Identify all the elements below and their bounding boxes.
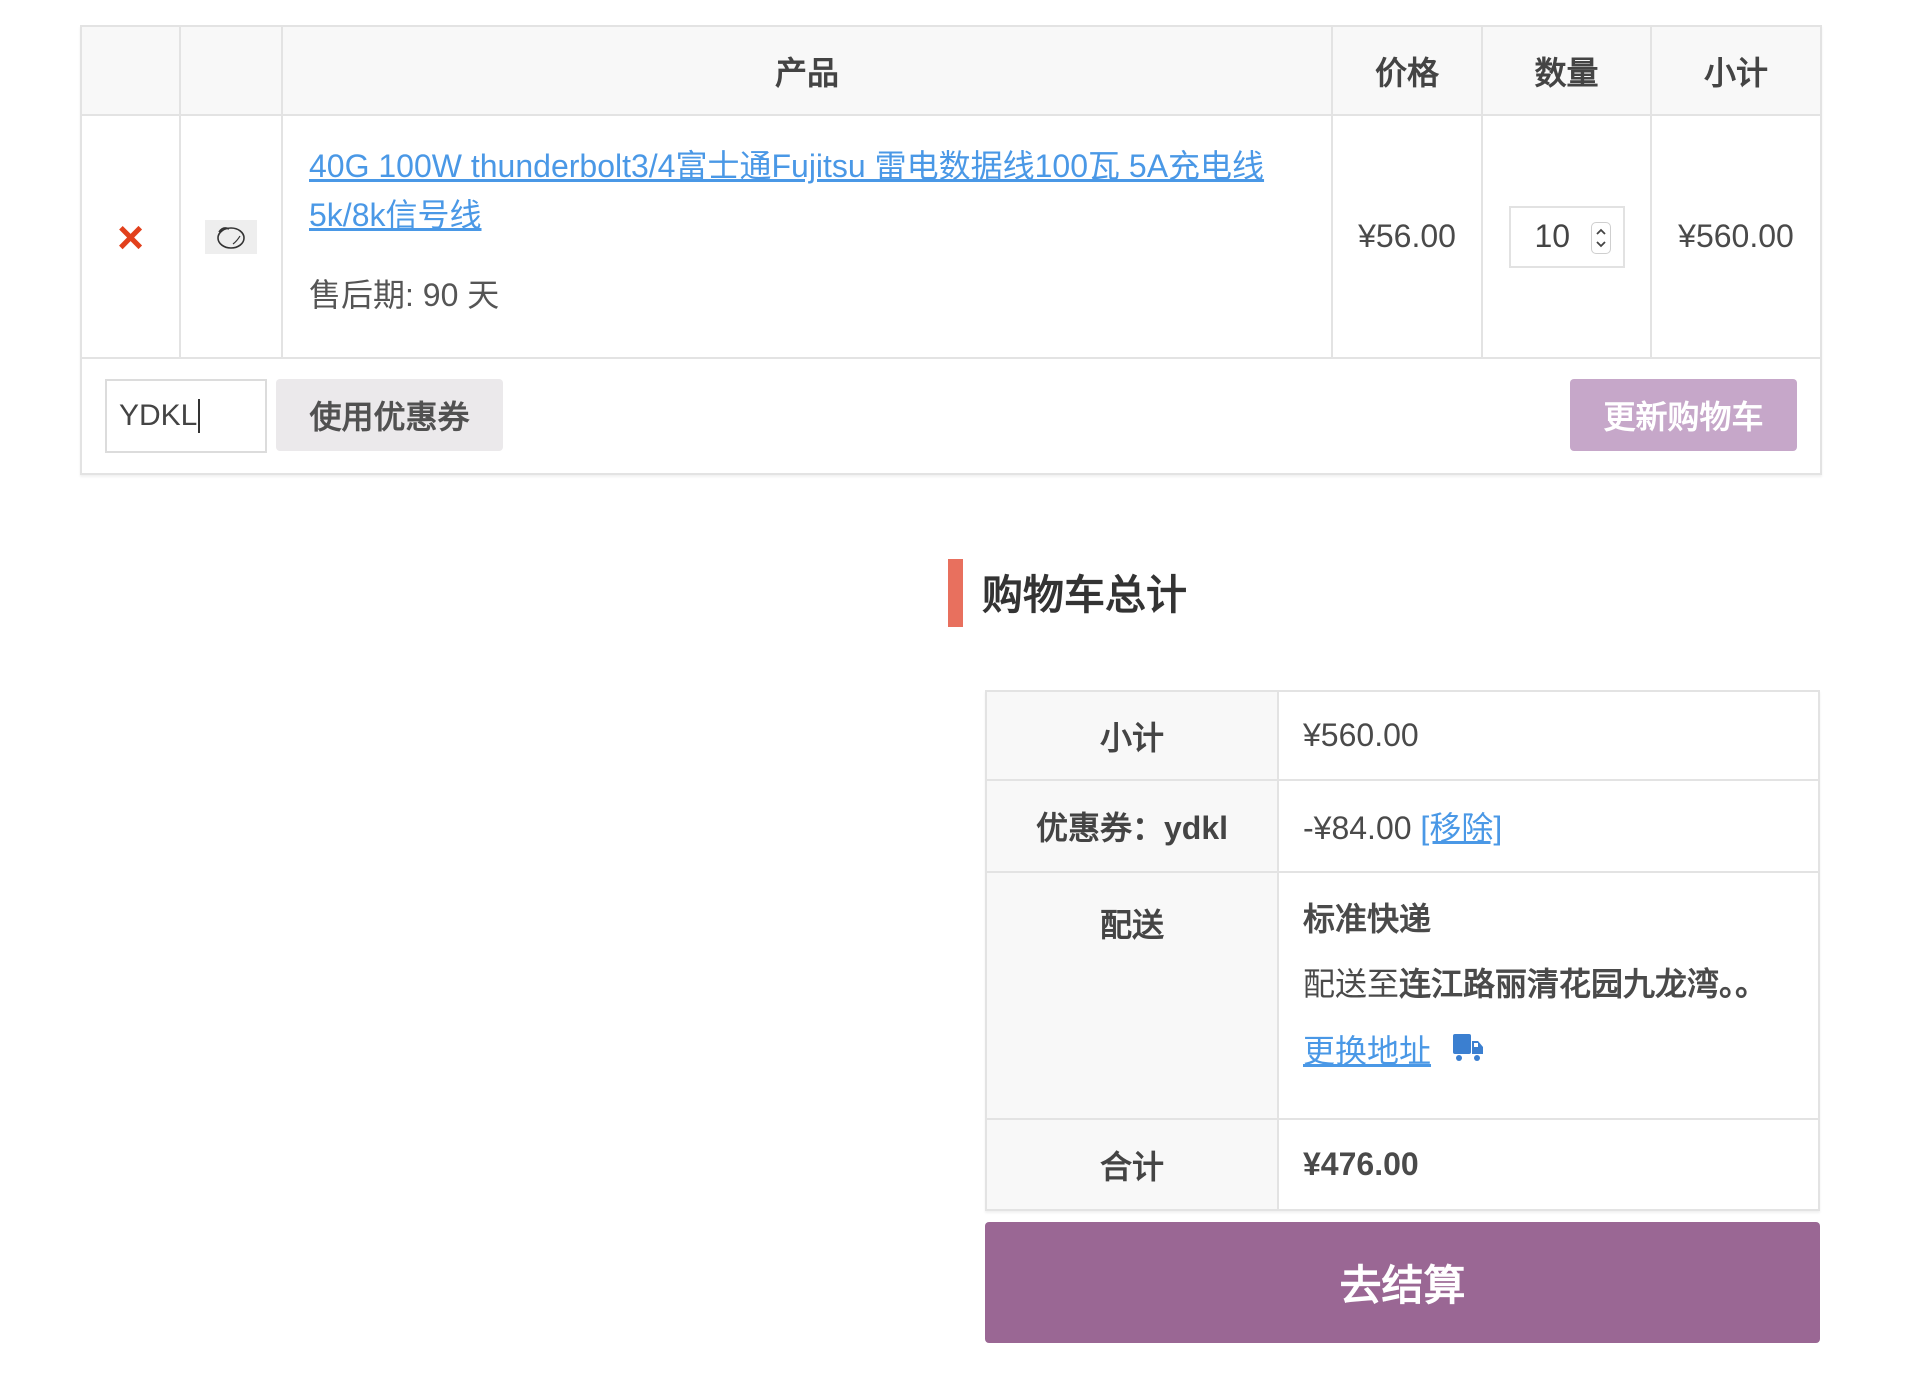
totals-title-accent-bar xyxy=(948,559,963,627)
totals-coupon-row: 优惠券：ydkl -¥84.00 [移除] xyxy=(985,779,1820,873)
coupon-code-input[interactable]: YDKL xyxy=(105,379,267,453)
shipping-destination: 配送至连江路丽清花园九龙湾。。 xyxy=(1303,965,1817,1003)
change-address-link[interactable]: 更换地址 xyxy=(1303,1032,1431,1070)
header-quantity: 数量 xyxy=(1481,25,1652,116)
shipping-destination-prefix: 配送至 xyxy=(1303,966,1400,1002)
header-remove xyxy=(80,25,181,116)
coupon-row: YDKL 使用优惠券 更新购物车 xyxy=(80,357,1822,475)
total-label: 合计 xyxy=(985,1118,1279,1211)
cart-table: 产品 价格 数量 小计 × 40G 100W thunderbolt3/4富士通… xyxy=(80,25,1822,475)
coupon-code-value: YDKL xyxy=(119,399,198,432)
cart-totals-title: 购物车总计 xyxy=(982,572,1187,618)
totals-shipping-row: 配送 标准快递 配送至连江路丽清花园九龙湾。。 更换地址 xyxy=(985,871,1820,1120)
shipping-label: 配送 xyxy=(985,871,1279,1120)
product-warranty-meta: 售后期: 90 天 xyxy=(309,277,500,313)
quantity-input[interactable]: 10 xyxy=(1508,205,1625,268)
remove-item-button[interactable]: × xyxy=(117,214,144,260)
remove-coupon-link[interactable]: [移除] xyxy=(1420,810,1502,846)
product-cell: 40G 100W thunderbolt3/4富士通Fujitsu 雷电数据线1… xyxy=(281,114,1333,359)
truck-icon[interactable] xyxy=(1451,1030,1485,1072)
update-cart-button[interactable]: 更新购物车 xyxy=(1570,379,1797,451)
apply-coupon-button[interactable]: 使用优惠券 xyxy=(276,379,503,451)
product-thumbnail[interactable] xyxy=(205,219,257,254)
cable-thumbnail-icon xyxy=(217,226,245,249)
header-thumbnail xyxy=(179,25,283,116)
text-caret xyxy=(198,399,201,433)
header-price: 价格 xyxy=(1331,25,1483,116)
remove-cell: × xyxy=(80,114,181,359)
quantity-value: 10 xyxy=(1534,218,1571,254)
quantity-cell: 10 xyxy=(1481,114,1652,359)
header-subtotal: 小计 xyxy=(1650,25,1822,116)
header-product: 产品 xyxy=(281,25,1333,116)
coupon-actions-cell: YDKL 使用优惠券 更新购物车 xyxy=(80,357,1822,475)
subtotal-value: ¥560.00 xyxy=(1277,690,1820,781)
product-name-link[interactable]: 40G 100W thunderbolt3/4富士通Fujitsu 雷电数据线1… xyxy=(309,142,1305,240)
change-address-row: 更换地址 xyxy=(1303,1030,1817,1072)
coupon-discount-value: -¥84.00 xyxy=(1303,810,1412,846)
product-subtotal: ¥560.00 xyxy=(1650,114,1822,359)
shipping-method: 标准快递 xyxy=(1303,901,1432,937)
cart-header-row: 产品 价格 数量 小计 xyxy=(80,25,1822,116)
coupon-label: 优惠券：ydkl xyxy=(985,779,1279,873)
cart-totals-table: 小计 ¥560.00 优惠券：ydkl -¥84.00 [移除] 配送 标准快递… xyxy=(985,690,1820,1211)
coupon-discount-cell: -¥84.00 [移除] xyxy=(1277,779,1820,873)
totals-total-row: 合计 ¥476.00 xyxy=(985,1118,1820,1211)
totals-subtotal-row: 小计 ¥560.00 xyxy=(985,690,1820,781)
quantity-stepper[interactable] xyxy=(1590,221,1611,254)
subtotal-label: 小计 xyxy=(985,690,1279,781)
cart-item-row: × 40G 100W thunderbolt3/4富士通Fujitsu 雷电数据… xyxy=(80,114,1822,359)
stepper-arrows-icon xyxy=(1595,228,1606,247)
product-price: ¥56.00 xyxy=(1331,114,1483,359)
shipping-cell: 标准快递 配送至连江路丽清花园九龙湾。。 更换地址 xyxy=(1277,871,1820,1120)
total-value: ¥476.00 xyxy=(1277,1118,1820,1211)
thumbnail-cell xyxy=(179,114,283,359)
truck-icon-graphic xyxy=(1453,1034,1484,1061)
shipping-destination-address: 连江路丽清花园九龙湾。。 xyxy=(1399,966,1768,1002)
checkout-button[interactable]: 去结算 xyxy=(985,1222,1820,1343)
